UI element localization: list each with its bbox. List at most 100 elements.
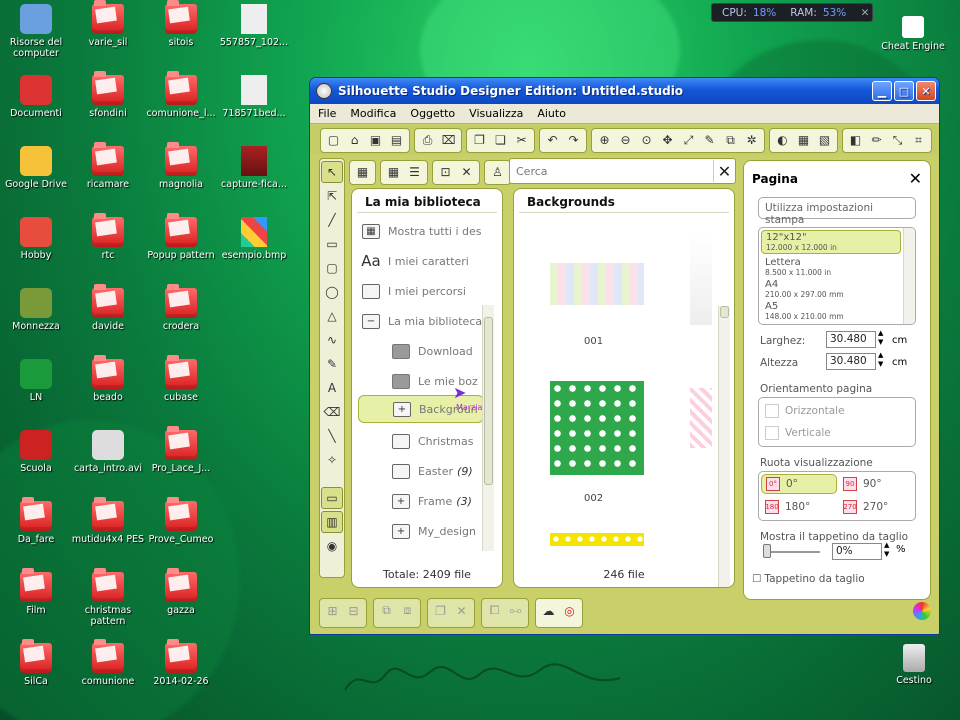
desktop-icon[interactable]: christmas pattern — [69, 568, 147, 627]
orientation-portrait-option[interactable]: Verticale — [765, 426, 831, 440]
page-size-item[interactable]: A5 148.00 x 210.00 mm — [759, 300, 915, 322]
library-toggle-icon[interactable]: ▥ — [321, 511, 343, 533]
replicate-icon[interactable]: ⧉ — [721, 131, 740, 150]
redo-icon[interactable]: ↷ — [564, 131, 583, 150]
mat-checkbox[interactable]: ☐ Tappetino da taglio — [752, 573, 865, 585]
desktop-icon-recycle-bin[interactable]: Cestino — [875, 644, 953, 686]
desktop-icon[interactable]: comunione — [69, 639, 147, 687]
minimize-icon[interactable]: ▁ — [872, 81, 892, 101]
ungroup-icon[interactable]: ⊟ — [344, 601, 363, 620]
desktop-icon[interactable]: mutidu4x4 PES — [69, 497, 147, 545]
page-settings-icon[interactable]: ◐ — [773, 131, 792, 150]
desktop-icon[interactable]: sitois — [142, 0, 220, 48]
desktop-icon[interactable]: Monnezza — [0, 288, 75, 332]
make-compound-icon[interactable]: ⧉ — [377, 601, 396, 620]
page-size-item[interactable]: A4 210.00 x 297.00 mm — [759, 278, 915, 300]
weld-icon[interactable]: ☁ — [539, 601, 558, 620]
close-icon[interactable]: ✕ — [916, 81, 936, 101]
desktop-icon[interactable]: gazza — [142, 568, 220, 616]
user-icon[interactable]: ♙ — [488, 163, 507, 182]
desktop-icon[interactable]: Prove_Cumeo — [142, 497, 220, 545]
text-tool-icon[interactable]: A — [321, 377, 343, 399]
library-vscroll-thumb[interactable] — [484, 317, 493, 485]
desktop-icon[interactable]: sfondini — [69, 71, 147, 119]
save-to-library-icon[interactable]: ▤ — [387, 131, 406, 150]
desktop-icon[interactable]: Google Drive — [0, 146, 75, 190]
title-bar[interactable]: Silhouette Studio Designer Edition: Unti… — [310, 78, 939, 104]
width-stepper-icon[interactable]: ▲ ▼ — [878, 329, 883, 347]
desktop-icon[interactable]: SilCa — [0, 639, 75, 687]
mat-slider-thumb[interactable] — [763, 544, 771, 558]
desktop-icon[interactable]: beado — [69, 355, 147, 403]
desktop-icon[interactable]: Scuola — [0, 430, 75, 474]
polygon-tool-icon[interactable]: △ — [321, 305, 343, 327]
online-store-icon[interactable]: ◉ — [321, 535, 343, 557]
line-color-icon[interactable]: ✏ — [867, 131, 886, 150]
page-panel-close-icon[interactable]: ✕ — [909, 169, 922, 188]
library-view-icon[interactable]: ▦ — [353, 163, 372, 182]
desktop-icon[interactable]: davide — [69, 284, 147, 332]
fit-page-icon[interactable]: ⤢ — [679, 131, 698, 150]
zoom-select-icon[interactable]: ⊙ — [637, 131, 656, 150]
tree-item-download[interactable]: Download — [392, 337, 473, 365]
undo-icon[interactable]: ↶ — [543, 131, 562, 150]
tree-item-easter[interactable]: Easter (9) — [392, 457, 473, 485]
background-thumbnail[interactable] — [550, 533, 644, 546]
mat-percent-input[interactable]: 0% — [832, 543, 882, 560]
background-thumbnail[interactable] — [690, 233, 712, 325]
new-folder-icon[interactable]: ⊡ — [436, 163, 455, 182]
desktop-icon[interactable]: crodera — [142, 284, 220, 332]
tree-item-paths[interactable]: I miei percorsi — [362, 277, 466, 305]
cut-icon[interactable]: ✂ — [512, 131, 531, 150]
desktop-icon[interactable]: Hobby — [0, 217, 75, 261]
desktop-icon-cheat-engine[interactable]: Cheat Engine — [874, 16, 952, 52]
group-icon[interactable]: ⊞ — [323, 601, 342, 620]
background-thumbnail[interactable] — [690, 388, 712, 448]
rotation-180-option[interactable]: 180 180° — [765, 500, 810, 514]
fill-color-icon[interactable]: ◧ — [846, 131, 865, 150]
show-page-icon[interactable]: ▭ — [321, 487, 343, 509]
height-input[interactable]: 30.480 — [826, 353, 876, 370]
tree-item-frame[interactable]: + Frame (3) — [392, 487, 472, 515]
backgrounds-vscroll-thumb[interactable] — [720, 306, 729, 318]
point-edit-icon[interactable]: ⇱ — [321, 185, 343, 207]
curve-tool-icon[interactable]: ∿ — [321, 329, 343, 351]
desktop-icon[interactable]: LN — [0, 359, 75, 403]
desktop-icon[interactable]: Documenti — [0, 75, 75, 119]
height-stepper-icon[interactable]: ▲ ▼ — [878, 351, 883, 369]
offset-icon[interactable]: ⌗ — [909, 131, 928, 150]
page-size-scroll[interactable] — [903, 228, 915, 324]
align-icon[interactable]: ▧ — [815, 131, 834, 150]
zoom-out-icon[interactable]: ⊖ — [616, 131, 635, 150]
background-thumbnail[interactable] — [550, 381, 644, 475]
icon-view-icon[interactable]: ▦ — [384, 163, 403, 182]
meter-close-icon[interactable]: ✕ — [858, 7, 872, 19]
desktop-icon[interactable]: capture-fica... — [215, 146, 293, 190]
transform-icon[interactable]: ⤡ — [888, 131, 907, 150]
desktop-icon[interactable]: Popup pattern — [142, 213, 220, 261]
release-compound-icon[interactable]: ⧈ — [398, 601, 417, 620]
copy-icon[interactable]: ❐ — [470, 131, 489, 150]
width-input[interactable]: 30.480 — [826, 331, 876, 348]
desktop-icon[interactable]: carta_intro.avi — [69, 430, 147, 474]
desktop-icon[interactable]: cubase — [142, 355, 220, 403]
remove-icon[interactable]: ✕ — [452, 601, 471, 620]
eyedropper-icon[interactable]: ✧ — [321, 449, 343, 471]
backgrounds-vscroll[interactable] — [718, 306, 730, 587]
menu-oggetto[interactable]: Oggetto — [410, 107, 455, 120]
desktop-icon[interactable]: 718571bed... — [215, 75, 293, 119]
page-size-item[interactable]: Lettera 8.500 x 11.000 in — [759, 256, 915, 278]
ellipse-tool-icon[interactable]: ◯ — [321, 281, 343, 303]
knife-tool-icon[interactable]: ╲ — [321, 425, 343, 447]
desktop-icon[interactable]: rtc — [69, 213, 147, 261]
select-tool-icon[interactable]: ↖ — [321, 161, 343, 183]
tree-item-christmas[interactable]: Christmas — [392, 427, 473, 455]
desktop-icon[interactable]: magnolia — [142, 142, 220, 190]
color-wheel-icon[interactable] — [913, 602, 931, 620]
background-thumbnail[interactable] — [550, 263, 644, 305]
list-view-icon[interactable]: ☰ — [405, 163, 424, 182]
menu-file[interactable]: File — [318, 107, 336, 120]
menu-visualizza[interactable]: Visualizza — [469, 107, 523, 120]
desktop-icon[interactable]: Pro_Lace_J... — [142, 426, 220, 474]
open-file-icon[interactable]: ⌂ — [345, 131, 364, 150]
